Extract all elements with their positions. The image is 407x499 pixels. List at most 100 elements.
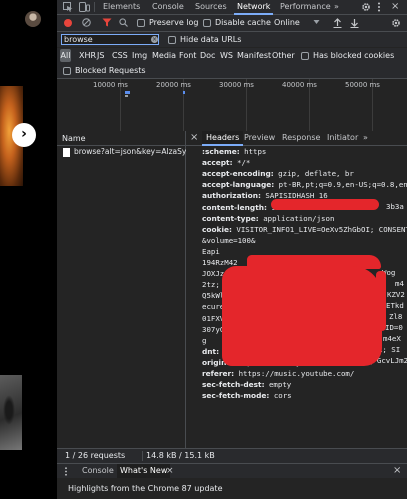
document-icon	[63, 148, 70, 157]
timeline-request-bar	[125, 95, 128, 97]
tab-performance[interactable]: Performance	[280, 0, 331, 14]
type-doc[interactable]: Doc	[200, 51, 215, 61]
detail-tabs: × Headers Preview Response Initiator »	[186, 131, 407, 146]
tab-response[interactable]: Response	[282, 131, 320, 145]
drawer-tabs: Console What's New × ×	[57, 463, 407, 479]
header-fragment: 3b3a	[386, 202, 404, 211]
type-xhr[interactable]: XHR	[79, 51, 96, 61]
close-devtools-icon[interactable]: ×	[391, 1, 399, 13]
header-value: pt-BR,pt;q=0.9,en-US;q=0.8,en;q=	[274, 180, 407, 190]
header-value: empty	[264, 380, 292, 390]
header-key: authorization:	[202, 191, 261, 201]
close-detail-icon[interactable]: ×	[190, 131, 198, 145]
header-value: VISITOR_INFO1_LIVE=OeXv5ZhGbOI; CONSENT=…	[231, 224, 407, 234]
drawer-tab-console[interactable]: Console	[82, 464, 114, 478]
close-drawer-icon[interactable]: ×	[393, 464, 401, 478]
whats-new-highlights: Highlights from the Chrome 87 update	[68, 484, 223, 493]
type-manifest[interactable]: Manifest	[237, 51, 271, 61]
settings-gear-icon[interactable]	[361, 2, 371, 12]
type-img[interactable]: Img	[132, 51, 147, 61]
redaction-mark	[271, 199, 379, 210]
tab-network[interactable]: Network	[233, 0, 274, 15]
resource-type-filter: All XHR JS CSS Img Media Font Doc WS Man…	[57, 48, 407, 64]
disable-cache-checkbox[interactable]	[203, 19, 211, 27]
header-value: https://music.youtube.com/	[234, 369, 355, 378]
header-value: Eapi	[202, 246, 220, 256]
network-settings-gear-icon[interactable]	[391, 18, 401, 28]
timeline-tick-label: 10000 ms	[93, 81, 128, 89]
hide-data-urls-label: Hide data URLs	[180, 35, 242, 44]
device-toolbar-icon[interactable]	[79, 2, 90, 12]
carousel-next-button[interactable]: ›	[12, 123, 36, 147]
request-name: browse?alt=json&key=AlzaSy...	[74, 147, 193, 156]
filter-icon[interactable]	[102, 18, 112, 27]
user-avatar[interactable]	[25, 11, 41, 27]
type-js[interactable]: JS	[97, 51, 104, 61]
blocked-requests-checkbox[interactable]	[63, 67, 71, 75]
redaction-mark	[222, 266, 382, 366]
header-value: Q5kWl	[202, 291, 225, 301]
request-header-line: sec-fetch-dest: empty	[202, 380, 407, 390]
type-font[interactable]: Font	[179, 51, 196, 61]
drawer-tab-whats-new[interactable]: What's New	[117, 464, 171, 478]
header-fragment: ID=0	[385, 323, 403, 332]
type-all[interactable]: All	[60, 49, 71, 62]
type-media[interactable]: Media	[152, 51, 176, 61]
tab-console[interactable]: Console	[152, 0, 184, 14]
network-overview-timeline[interactable]: 10000 ms 20000 ms 30000 ms 40000 ms 5000…	[57, 79, 407, 132]
tab-elements[interactable]: Elements	[103, 0, 140, 14]
header-value: 01FXV	[202, 313, 225, 323]
header-value: gzip, deflate, br	[273, 169, 354, 179]
header-key: sec-fetch-mode:	[202, 391, 270, 401]
timeline-tick-label: 30000 ms	[219, 81, 254, 89]
request-header-line: referer: https://music.youtube.com/	[202, 369, 407, 379]
album-thumbnail[interactable]	[0, 375, 22, 450]
hide-data-urls-checkbox[interactable]	[168, 36, 176, 44]
tab-preview[interactable]: Preview	[244, 131, 275, 145]
header-value: cors	[269, 391, 292, 401]
import-har-icon[interactable]	[333, 18, 342, 28]
type-css[interactable]: CSS	[112, 51, 128, 61]
throttling-select[interactable]: Online	[274, 18, 300, 28]
timeline-request-bar	[125, 91, 130, 94]
tab-initiator[interactable]: Initiator	[327, 131, 358, 145]
timeline-tick-label: 20000 ms	[156, 81, 191, 89]
type-other[interactable]: Other	[272, 51, 295, 61]
header-fragment: ETkd	[386, 301, 404, 310]
filter-input[interactable]: browse	[61, 34, 159, 45]
whats-new-panel: Highlights from the Chrome 87 update	[57, 478, 407, 499]
has-blocked-cookies-checkbox[interactable]	[301, 52, 309, 60]
inspect-element-icon[interactable]	[63, 2, 73, 12]
filter-input-value: browse	[64, 35, 93, 44]
kebab-menu-icon[interactable]	[377, 2, 381, 12]
name-column-header[interactable]: Name	[57, 131, 185, 146]
record-icon[interactable]	[64, 19, 72, 27]
name-header-label: Name	[62, 134, 86, 143]
header-value: application/json	[258, 213, 335, 223]
header-value: */*	[232, 158, 251, 168]
devtools-main-tabs: Elements Console Sources Network Perform…	[57, 0, 407, 15]
chevron-down-icon[interactable]	[313, 19, 320, 25]
clear-icon[interactable]	[82, 18, 91, 27]
devtools-panel: Elements Console Sources Network Perform…	[57, 0, 407, 499]
drawer-menu-icon[interactable]	[64, 467, 68, 476]
request-row[interactable]: browse?alt=json&key=AlzaSy...	[57, 146, 192, 159]
header-key: referer:	[202, 369, 235, 378]
tab-headers[interactable]: Headers	[202, 131, 244, 146]
export-har-icon[interactable]	[350, 18, 359, 28]
header-key: content-length:	[202, 202, 267, 212]
type-ws[interactable]: WS	[220, 51, 233, 61]
preserve-log-checkbox[interactable]	[137, 19, 145, 27]
header-key: accept:	[202, 158, 233, 168]
clear-filter-icon[interactable]: ×	[151, 36, 158, 43]
request-name-column: Name browse?alt=json&key=AlzaSy...	[57, 131, 192, 448]
header-value: g	[202, 335, 207, 345]
more-detail-tabs[interactable]: »	[363, 131, 368, 145]
search-icon[interactable]	[119, 18, 128, 27]
request-header-line: content-type: application/json	[202, 214, 407, 224]
more-tabs-chevron[interactable]: »	[334, 0, 339, 14]
header-key: content-type:	[202, 213, 259, 223]
tab-sources[interactable]: Sources	[195, 0, 227, 14]
close-drawer-tab-icon[interactable]: ×	[166, 464, 174, 478]
blocked-requests-label: Blocked Requests	[75, 66, 146, 75]
